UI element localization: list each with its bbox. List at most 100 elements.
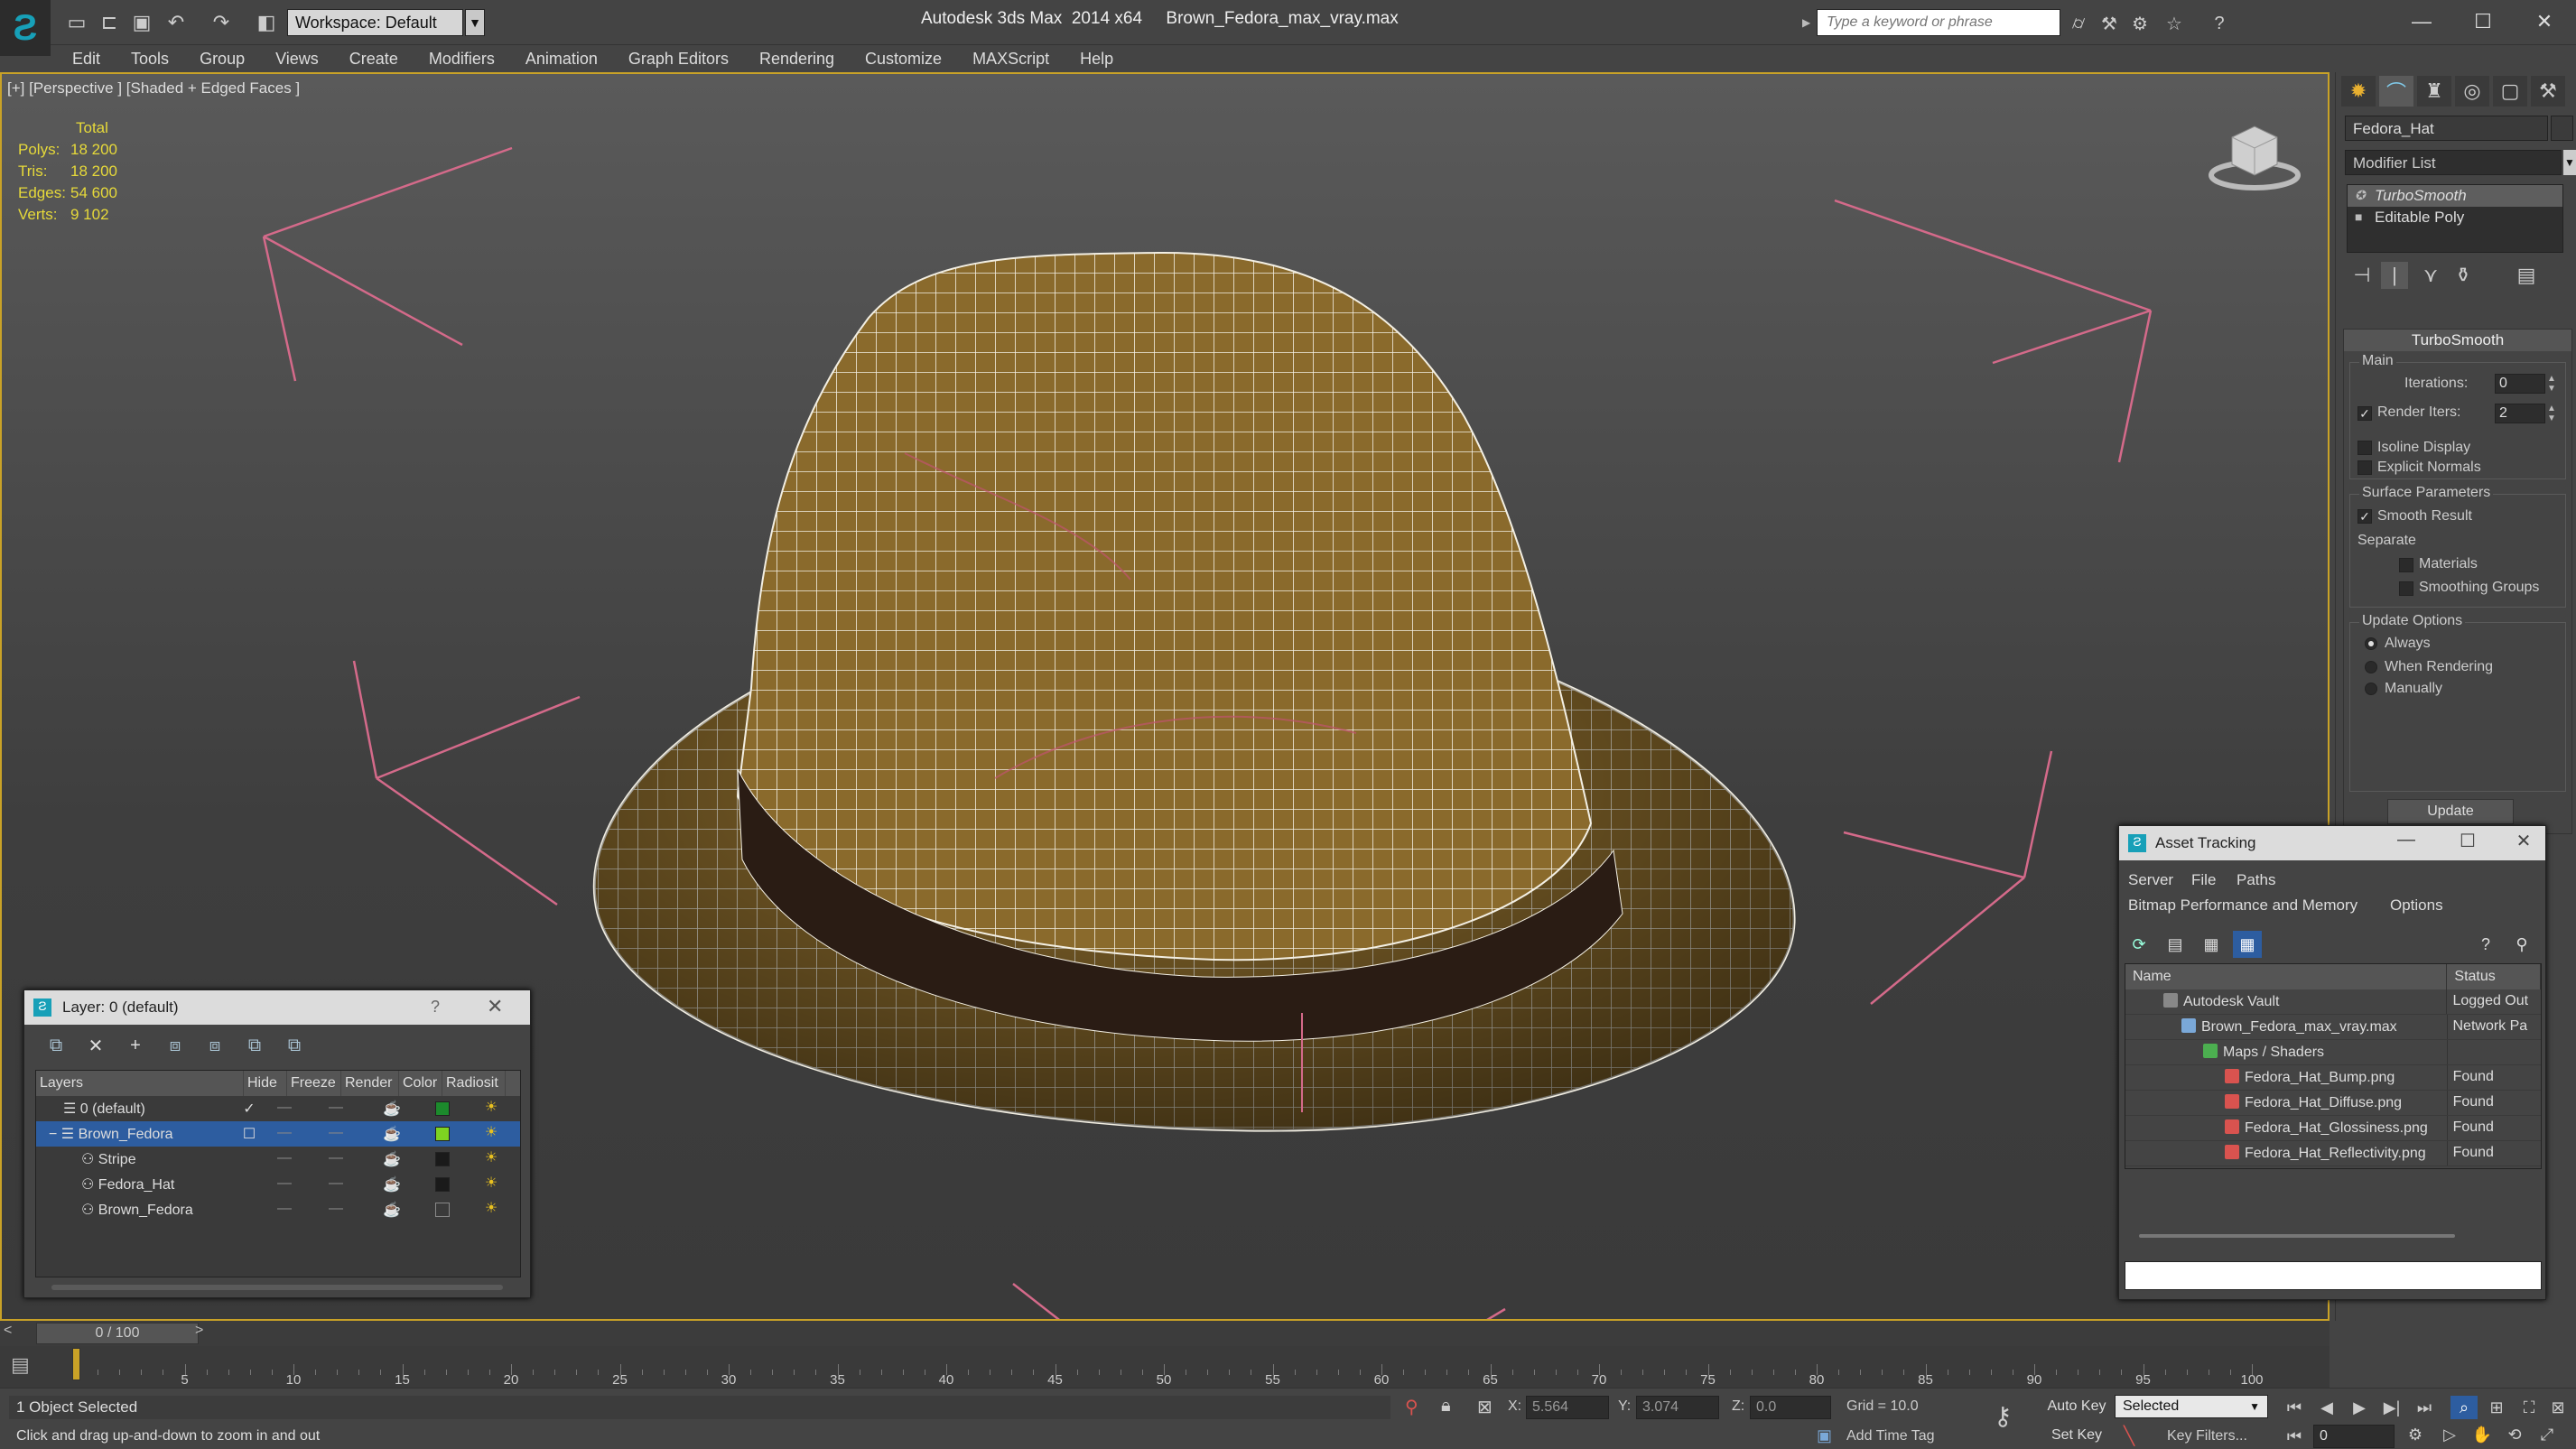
- set-key-button[interactable]: Set Key: [2042, 1425, 2111, 1448]
- layer-row[interactable]: ⚇ Fedora_Hat — — ☕ ☀: [36, 1172, 520, 1197]
- column-name[interactable]: Name: [2125, 964, 2448, 989]
- always-radio[interactable]: [2365, 637, 2377, 650]
- pin-stack-icon[interactable]: ⊣: [2348, 262, 2376, 289]
- radiosity-icon[interactable]: ☀: [464, 1147, 518, 1172]
- configure-modifier-sets-icon[interactable]: ▤: [2513, 262, 2540, 289]
- motion-tab-icon[interactable]: ◎: [2455, 76, 2489, 107]
- utilities-tab-icon[interactable]: ⚒: [2531, 76, 2565, 107]
- smoothing-groups-checkbox[interactable]: [2399, 581, 2413, 596]
- menu-views[interactable]: Views: [260, 50, 334, 69]
- go-to-start-icon[interactable]: ⏮: [2281, 1425, 2308, 1448]
- create-tab-icon[interactable]: ✹: [2341, 76, 2376, 107]
- render-iters-spinner[interactable]: 2: [2495, 404, 2545, 423]
- layer-color-swatch[interactable]: [421, 1197, 464, 1222]
- auto-key-button[interactable]: Auto Key: [2042, 1395, 2111, 1420]
- select-objects-icon[interactable]: ⧈: [160, 1032, 191, 1059]
- radiosity-icon[interactable]: ☀: [464, 1121, 518, 1147]
- hide-toggle[interactable]: —: [260, 1096, 309, 1121]
- asset-row[interactable]: Fedora_Hat_Reflectivity.png Found: [2125, 1141, 2541, 1166]
- collapse-icon[interactable]: −: [49, 1127, 61, 1142]
- new-file-icon[interactable]: ▭: [63, 9, 90, 36]
- freeze-all-layers-icon[interactable]: ⧉: [279, 1032, 310, 1059]
- when-rendering-radio[interactable]: [2365, 661, 2377, 673]
- column-color[interactable]: Color: [399, 1071, 442, 1096]
- freeze-toggle[interactable]: —: [309, 1172, 363, 1197]
- chevron-left-icon[interactable]: <: [4, 1323, 22, 1344]
- hide-toggle[interactable]: —: [260, 1121, 309, 1147]
- layer-window-title[interactable]: Layer: 0 (default): [24, 990, 530, 1025]
- hierarchy-tab-icon[interactable]: ♜: [2417, 76, 2451, 107]
- remove-modifier-icon[interactable]: ⚱: [2450, 262, 2477, 289]
- modify-tab-icon[interactable]: ⌒: [2379, 76, 2413, 107]
- maximize-viewport-icon[interactable]: ⤢: [2534, 1423, 2561, 1446]
- column-radiosity[interactable]: Radiosit: [442, 1071, 506, 1096]
- help-button[interactable]: ?: [431, 998, 440, 1017]
- menu-animation[interactable]: Animation: [510, 50, 613, 69]
- layer-row[interactable]: ☰ 0 (default) ✓ — — ☕ ☀: [36, 1096, 520, 1121]
- materials-checkbox[interactable]: [2399, 558, 2413, 572]
- search-input[interactable]: [1818, 10, 2060, 35]
- favorites-star-icon[interactable]: ☆: [2162, 11, 2187, 36]
- app-menu-button[interactable]: Ƨ: [0, 0, 51, 56]
- radiosity-icon[interactable]: ☀: [464, 1197, 518, 1222]
- smooth-result-checkbox[interactable]: ✓: [2357, 509, 2372, 524]
- viewcube[interactable]: [2209, 125, 2301, 190]
- y-coordinate-field[interactable]: 3.074: [1636, 1396, 1719, 1419]
- asset-row[interactable]: Maps / Shaders: [2125, 1040, 2541, 1065]
- chevron-down-icon[interactable]: ▼: [2563, 150, 2576, 175]
- current-layer-box-icon[interactable]: ☐: [238, 1121, 260, 1147]
- close-icon[interactable]: ✕: [487, 995, 503, 1018]
- menu-graph-editors[interactable]: Graph Editors: [613, 50, 744, 69]
- stack-item-turbosmooth[interactable]: ✪ TurboSmooth: [2348, 185, 2562, 207]
- maximize-icon[interactable]: ☐: [2456, 4, 2510, 40]
- layer-color-swatch[interactable]: [421, 1172, 464, 1197]
- make-unique-icon[interactable]: ⋎: [2417, 262, 2444, 289]
- spinner-arrows-icon[interactable]: ▲ ▼: [2547, 374, 2556, 394]
- go-to-start-icon[interactable]: ⏮: [2281, 1396, 2308, 1419]
- path-field[interactable]: [2125, 1261, 2542, 1290]
- menu-group[interactable]: Group: [184, 50, 260, 69]
- freeze-toggle[interactable]: —: [309, 1197, 363, 1222]
- horizontal-scrollbar[interactable]: [2139, 1234, 2455, 1238]
- minimize-icon[interactable]: —: [2388, 830, 2424, 857]
- open-file-icon[interactable]: ⊏: [96, 9, 123, 36]
- menu-customize[interactable]: Customize: [850, 50, 957, 69]
- object-color-swatch[interactable]: [2551, 116, 2573, 141]
- table-view-icon[interactable]: ▦: [2233, 931, 2262, 958]
- radiosity-icon[interactable]: ☀: [464, 1172, 518, 1197]
- list-view-icon[interactable]: ▤: [2161, 931, 2190, 958]
- chevron-right-icon[interactable]: ▶: [1802, 11, 1815, 34]
- field-of-view-icon[interactable]: ▷: [2436, 1423, 2463, 1446]
- hide-toggle[interactable]: —: [260, 1197, 309, 1222]
- refresh-icon[interactable]: ⟳: [2125, 931, 2153, 958]
- radiosity-icon[interactable]: ☀: [464, 1096, 518, 1121]
- isolate-selection-icon[interactable]: ⚲: [1405, 1396, 1418, 1418]
- play-icon[interactable]: ▶: [2346, 1396, 2373, 1419]
- subscription-icon[interactable]: ⚒: [2097, 11, 2122, 36]
- menu-edit[interactable]: Edit: [51, 50, 116, 69]
- time-slider[interactable]: < 0 / 100 >: [0, 1321, 2330, 1346]
- display-tab-icon[interactable]: ▢: [2493, 76, 2527, 107]
- render-teapot-icon[interactable]: ☕: [363, 1172, 421, 1197]
- update-button[interactable]: Update: [2387, 799, 2514, 824]
- modifier-list-dropdown[interactable]: Modifier List: [2345, 150, 2562, 175]
- binoculars-icon[interactable]: ⌭: [2066, 11, 2091, 36]
- current-layer-checkmark-icon[interactable]: ✓: [238, 1096, 260, 1121]
- freeze-toggle[interactable]: —: [309, 1121, 363, 1147]
- layer-row[interactable]: ⚇ Stripe — — ☕ ☀: [36, 1147, 520, 1172]
- column-layers[interactable]: Layers: [36, 1071, 244, 1096]
- layer-row[interactable]: − ☰ Brown_Fedora ☐ — — ☕ ☀: [36, 1121, 520, 1147]
- lock-icon[interactable]: 🔒︎: [1441, 1396, 1451, 1416]
- absolute-mode-icon[interactable]: ⊠: [1477, 1396, 1493, 1418]
- redo-icon[interactable]: ↷: [208, 9, 235, 36]
- asset-row[interactable]: Fedora_Hat_Diffuse.png Found: [2125, 1091, 2541, 1116]
- minimize-icon[interactable]: —: [2395, 4, 2449, 40]
- key-selection-dropdown[interactable]: Selected ▼: [2115, 1395, 2268, 1418]
- menu-create[interactable]: Create: [334, 50, 414, 69]
- chevron-down-icon[interactable]: ▼: [465, 9, 485, 36]
- layer-color-swatch[interactable]: [421, 1121, 464, 1147]
- zoom-all-icon[interactable]: ⊞: [2483, 1396, 2510, 1419]
- save-icon[interactable]: ▣: [128, 9, 155, 36]
- zoom-icon[interactable]: ⌕: [2450, 1396, 2478, 1419]
- menu-bitmap-performance[interactable]: Bitmap Performance and Memory: [2128, 896, 2357, 915]
